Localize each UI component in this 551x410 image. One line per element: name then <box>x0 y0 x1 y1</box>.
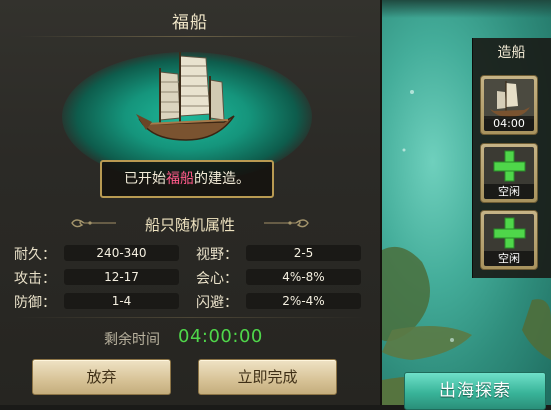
build-slot-timer: 04:00 <box>484 116 534 131</box>
shipbuilding-title: 造船 <box>497 45 526 61</box>
attr-attack-value: 12-17 <box>64 269 179 285</box>
plus-icon <box>493 217 526 249</box>
build-slot-inner: 空闲 <box>484 147 534 199</box>
build-slot-inner: 空闲 <box>484 214 534 266</box>
ship-icon <box>484 79 534 119</box>
build-message-ship-name: 福船 <box>166 171 194 187</box>
attr-vision-label: 视野： <box>196 247 238 263</box>
plus-icon <box>493 150 526 182</box>
build-message-prefix: 已开始 <box>124 171 166 187</box>
section-divider <box>14 317 366 318</box>
build-slot-1[interactable]: 04:00 <box>480 75 538 135</box>
attr-defense-value: 1-4 <box>64 293 179 309</box>
build-slot-inner: 04:00 <box>484 79 534 131</box>
title-divider <box>20 36 360 37</box>
attr-critical-value: 4%-8% <box>246 269 361 285</box>
build-slot-2[interactable]: 空闲 <box>480 143 538 203</box>
explore-sea-button[interactable]: 出海探索 <box>404 372 546 410</box>
attributes-title: 船只随机属性 <box>144 216 235 234</box>
ship-icon <box>136 52 235 141</box>
remaining-time-value: 04:00:00 <box>178 326 263 347</box>
ship-build-panel: 福船 已开始福船的建造。 船只随机属性 耐久： 240-340 视野： 2-5 … <box>0 0 382 405</box>
attr-durability-label: 耐久： <box>14 247 56 263</box>
build-slot-status: 空闲 <box>484 184 534 199</box>
attr-critical-label: 会心： <box>196 271 238 287</box>
attr-dodge-value: 2%-4% <box>246 293 361 309</box>
remaining-time-label: 剩余时间 <box>104 332 160 348</box>
ornament-right-icon <box>264 219 309 228</box>
attr-defense-label: 防御： <box>14 295 56 311</box>
give-up-button[interactable]: 放弃 <box>32 359 171 395</box>
attr-vision-value: 2-5 <box>246 245 361 261</box>
attr-dodge-label: 闪避： <box>196 295 238 311</box>
attr-durability-value: 240-340 <box>64 245 179 261</box>
finish-now-button[interactable]: 立即完成 <box>198 359 337 395</box>
build-slot-3[interactable]: 空闲 <box>480 210 538 270</box>
panel-title: 福船 <box>172 13 208 33</box>
build-started-message: 已开始福船的建造。 <box>100 160 274 198</box>
attr-attack-label: 攻击： <box>14 271 56 287</box>
build-slot-status: 空闲 <box>484 251 534 266</box>
build-message-suffix: 的建造。 <box>194 171 250 187</box>
